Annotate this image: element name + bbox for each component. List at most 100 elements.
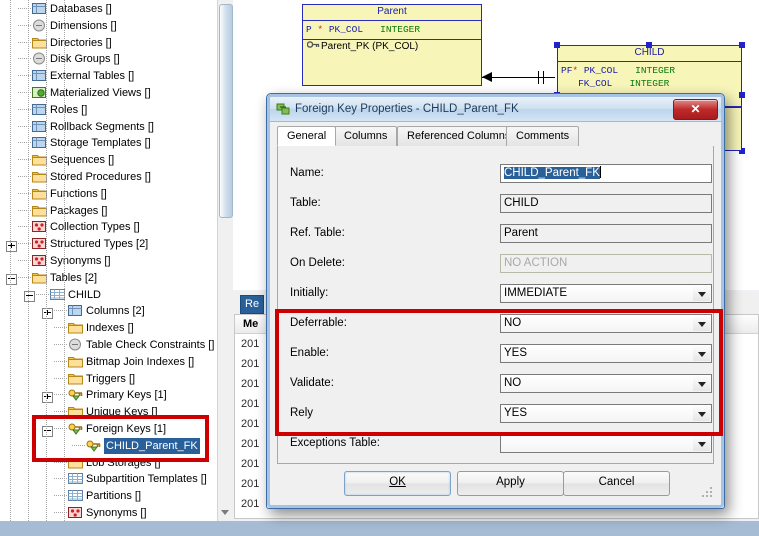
field-row-table: Table: CHILD (278, 194, 713, 216)
tree-item-disk-groups[interactable]: Disk Groups [] (0, 50, 232, 67)
chevron-down-icon[interactable] (693, 286, 710, 301)
tree-item-stored-procedures[interactable]: Stored Procedures [] (0, 168, 232, 184)
tree-item-unique-keys[interactable]: Unique Keys [] (0, 403, 232, 420)
tree-scrollbar-thumb[interactable] (219, 4, 233, 218)
foreign-key-properties-dialog[interactable]: Foreign Key Properties - CHILD_Parent_FK… (266, 93, 725, 509)
resize-grip[interactable] (702, 487, 714, 499)
tree-item-storage-templates[interactable]: Storage Templates [] (0, 134, 232, 151)
tree-item-subpartition-templates[interactable]: Subpartition Templates [] (0, 470, 232, 487)
directories-icon (32, 36, 47, 50)
tree-item-databases[interactable]: Databases [] (0, 0, 232, 16)
tree-toggle-minus[interactable] (24, 291, 35, 303)
tree-item-label: Subpartition Templates [] (86, 473, 207, 486)
chevron-down-icon[interactable] (693, 346, 710, 361)
on-delete-field: NO ACTION (500, 254, 712, 273)
rely-select[interactable]: YES (500, 404, 712, 423)
tree-item-materialized-views[interactable]: Materialized Views [] (0, 84, 232, 100)
exceptions-table-select[interactable] (500, 434, 712, 453)
tab-general[interactable]: General (277, 126, 337, 146)
tree-guide-line (46, 0, 47, 521)
tree-item-functions[interactable]: Functions [] (0, 184, 232, 201)
tree-connector (54, 386, 67, 403)
chevron-down-icon[interactable] (693, 436, 710, 451)
close-icon[interactable]: ✕ (673, 99, 718, 120)
tab-comments[interactable]: Comments (506, 126, 580, 146)
dialog-titlebar[interactable]: Foreign Key Properties - CHILD_Parent_FK… (270, 97, 721, 122)
tree-item-structured-types-2[interactable]: Structured Types [2] (0, 235, 232, 252)
tree-item-lob-storages[interactable]: Lob Storages [] (0, 453, 232, 470)
bitmap-join-indexes-icon (68, 355, 83, 369)
tree-item-triggers[interactable]: Triggers [] (0, 369, 232, 386)
tree-connector (54, 504, 67, 520)
tree-connector (54, 336, 67, 352)
disk-groups-icon (32, 52, 47, 66)
tree-item-synonyms[interactable]: Synonyms [] (0, 252, 232, 268)
tree-item-bitmap-join-indexes[interactable]: Bitmap Join Indexes [] (0, 352, 232, 369)
cancel-button-label: Cancel (598, 476, 635, 488)
chevron-down-icon[interactable] (693, 376, 710, 391)
dialog-tabstrip: General Columns Referenced Columns Comme… (277, 126, 714, 147)
tree-item-label: Packages [] (50, 204, 108, 217)
cancel-button[interactable]: Cancel (563, 471, 670, 496)
chevron-down-icon[interactable] (693, 316, 710, 331)
structured-types-icon (32, 237, 47, 251)
tree-item-external-tables[interactable]: External Tables [] (0, 67, 232, 84)
foreign-keys-icon (68, 422, 83, 436)
materialized-views-icon (32, 86, 47, 100)
selection-handle-mr[interactable] (739, 92, 745, 98)
tree-item-roles[interactable]: Roles [] (0, 100, 232, 117)
deferrable-select[interactable]: NO (500, 314, 712, 333)
tab-columns[interactable]: Columns (334, 126, 398, 146)
tree-item-directories[interactable]: Directories [] (0, 33, 232, 50)
tree-toggle-plus[interactable] (6, 240, 17, 252)
tree-item-tables-2[interactable]: Tables [2] (0, 268, 232, 286)
tree-vertical-scrollbar[interactable] (217, 0, 233, 521)
tree-toggle-plus[interactable] (42, 307, 53, 319)
window-bottom-strip (0, 521, 759, 536)
table-icon (50, 288, 65, 302)
tree-toggle-plus[interactable] (42, 391, 53, 403)
tree-item-packages[interactable]: Packages [] (0, 201, 232, 218)
tree-connector (18, 168, 31, 184)
tab-referenced-columns[interactable]: Referenced Columns (397, 126, 521, 146)
apply-button[interactable]: Apply (457, 471, 564, 496)
object-tree-panel[interactable]: Databases [] Dimensions [] Directories [] D… (0, 0, 232, 521)
tree-item-child[interactable]: CHILD (0, 285, 232, 303)
apply-button-label: Apply (496, 476, 525, 488)
name-field[interactable]: CHILD_Parent_FK (500, 164, 712, 183)
results-tab-selected[interactable]: Re (240, 295, 265, 314)
selection-handle-tr[interactable] (739, 42, 745, 48)
tree-item-columns-2[interactable]: Columns [2] (0, 302, 232, 319)
ok-button[interactable]: OK (344, 471, 451, 496)
tree-item-foreign-keys-1[interactable]: Foreign Keys [1] (0, 420, 232, 437)
tree-item-primary-keys-1[interactable]: Primary Keys [1] (0, 386, 232, 403)
tree-toggle-minus[interactable] (42, 425, 53, 437)
tree-item-indexes[interactable]: Indexes [] (0, 319, 232, 336)
tree-item-label: Synonyms [] (86, 507, 147, 519)
tree-item-sequences[interactable]: Sequences [] (0, 151, 232, 168)
tree-item-synonyms[interactable]: Synonyms [] (0, 504, 232, 520)
selection-handle-tc[interactable] (646, 42, 652, 48)
tree-item-label: Foreign Keys [1] (86, 423, 167, 435)
tree-item-child-parent-fk[interactable]: CHILD_Parent_FK (0, 436, 232, 454)
unique-keys-icon (68, 405, 83, 419)
tree-scroll-down-arrow[interactable] (221, 510, 229, 515)
validate-select[interactable]: NO (500, 374, 712, 393)
field-row-deferrable: Deferrable: NO (278, 314, 713, 336)
enable-select[interactable]: YES (500, 344, 712, 363)
tree-item-table-check-constraints[interactable]: Table Check Constraints [] (0, 336, 232, 352)
initially-select[interactable]: IMMEDIATE (500, 284, 712, 303)
tree-item-collection-types[interactable]: Collection Types [] (0, 218, 232, 235)
tree-item-partitions[interactable]: Partitions [] (0, 487, 232, 504)
tree-item-dimensions[interactable]: Dimensions [] (0, 16, 232, 33)
tree-toggle-minus[interactable] (6, 274, 17, 286)
storage-templates-icon (32, 136, 47, 150)
tree-connector (18, 67, 31, 84)
external-tables-icon (32, 69, 47, 83)
er-table-parent[interactable]: Parent P * PK_COL INTEGER Parent_PK (PK_… (302, 4, 482, 86)
field-row-initially: Initially: IMMEDIATE (278, 284, 713, 306)
chevron-down-icon[interactable] (693, 406, 710, 421)
field-row-ref-table: Ref. Table: Parent (278, 224, 713, 246)
tree-item-rollback-segments[interactable]: Rollback Segments [] (0, 117, 232, 134)
tree-connector (54, 453, 67, 470)
